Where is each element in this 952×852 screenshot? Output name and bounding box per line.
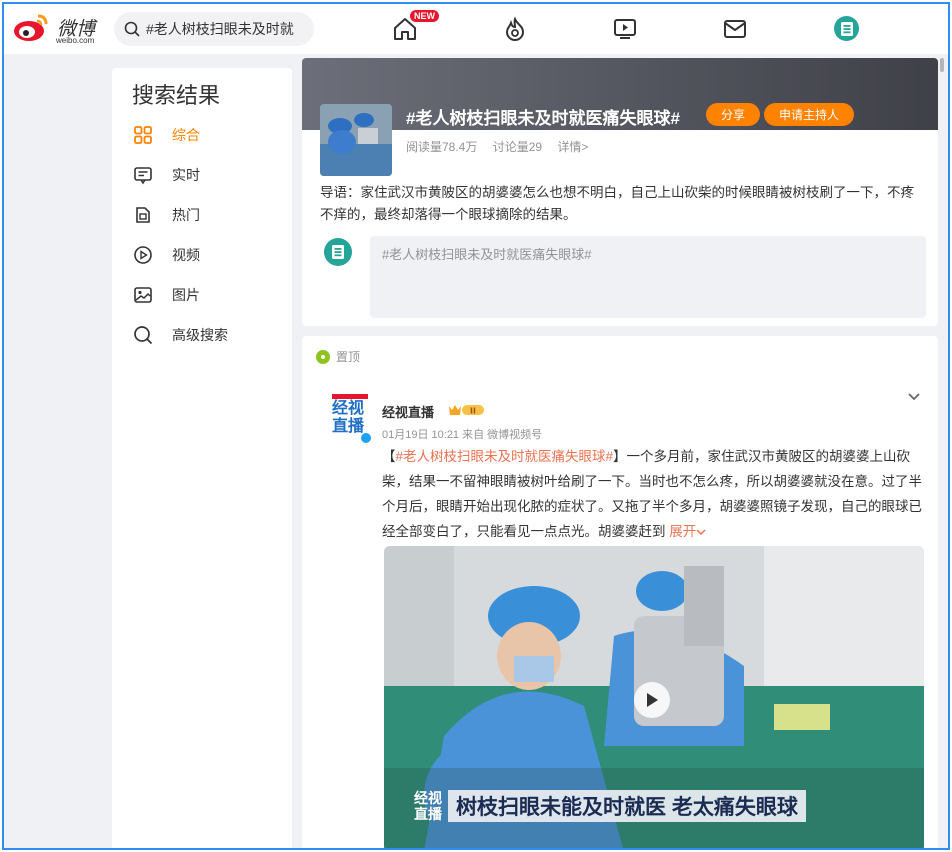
chevron-down-icon — [696, 529, 706, 536]
surgery-thumbnail-image — [320, 104, 392, 176]
topic-title: #老人树枝扫眼未及时就医痛失眼球# — [406, 109, 680, 128]
sidebar-item-label: 综合 — [172, 127, 200, 143]
grid-icon — [132, 124, 154, 146]
video-logo-top: 经视 — [414, 790, 442, 806]
weibo-logo[interactable]: 微博 weibo.com — [12, 10, 104, 48]
search-query-text: #老人树枝扫眼未及时就 — [146, 21, 294, 37]
verified-badge-icon — [360, 432, 372, 444]
post-card: 置顶 经视 直播 经视直播 II 01月19日 10:21 来自 微博视频号 【… — [302, 336, 938, 848]
profile-avatar-icon[interactable] — [834, 16, 859, 41]
hot-doc-icon — [132, 204, 154, 226]
topic-thumbnail[interactable] — [320, 104, 392, 176]
post-body: 【#老人树枝扫眼未及时就医痛失眼球#】一个多月前，家住武汉市黄陂区的胡婆婆上山砍… — [382, 444, 926, 544]
search-input[interactable]: #老人树枝扫眼未及时就 — [114, 12, 314, 46]
play-button[interactable] — [634, 682, 670, 718]
nav-video[interactable] — [612, 16, 638, 42]
user-avatar — [324, 238, 352, 266]
topic-intro: 导语：家住武汉市黄陂区的胡婆婆怎么也想不明白，自己上山砍柴的时候眼睛被树枝刷了一… — [320, 185, 914, 222]
sidebar-item-hot[interactable]: 热门 — [132, 204, 200, 226]
body-prefix: 【 — [382, 449, 396, 464]
share-button[interactable]: 分享 — [706, 103, 760, 126]
weibo-eye-icon — [14, 14, 48, 41]
post-meta: 01月19日 10:21 来自 微博视频号 — [382, 429, 543, 441]
image-icon — [132, 284, 154, 306]
svg-text:II: II — [470, 407, 476, 416]
sidebar-item-advanced-search[interactable]: 高级搜索 — [132, 324, 228, 346]
nav-home[interactable]: NEW — [392, 10, 439, 42]
nav-messages[interactable] — [722, 16, 748, 42]
search-sidebar: 搜索结果 综合 实时 热门 视频 图片 高级搜索 — [112, 68, 292, 848]
new-badge: NEW — [410, 10, 439, 22]
sidebar-item-label: 视频 — [172, 247, 200, 263]
hot-fire-icon — [505, 16, 525, 41]
video-player[interactable]: 经视 直播 树枝扫眼未能及时就医 老太痛失眼球 — [384, 546, 924, 848]
pinned-indicator: 置顶 — [316, 348, 360, 365]
logo-url: weibo.com — [56, 36, 95, 45]
topic-card: #老人树枝扫眼未及时就医痛失眼球# 分享 申请主持人 阅读量78.4万 讨论量2… — [302, 58, 938, 326]
top-navigation-bar: 微博 weibo.com #老人树枝扫眼未及时就 NEW — [4, 4, 948, 54]
topic-stats: 阅读量78.4万 讨论量29 详情> — [406, 138, 600, 155]
play-icon — [647, 693, 658, 707]
video-logo-bottom: 直播 — [414, 806, 442, 822]
author-name[interactable]: 经视直播 — [382, 402, 434, 421]
video-channel-logo: 经视 直播 — [414, 790, 442, 822]
nav-hot[interactable] — [502, 16, 528, 42]
apply-host-button[interactable]: 申请主持人 — [764, 103, 854, 126]
expand-link[interactable]: 展开 — [669, 524, 706, 539]
browser-frame: 微博 weibo.com #老人树枝扫眼未及时就 NEW 搜索结果 综合 实时 … — [2, 2, 950, 850]
video-icon — [132, 244, 154, 266]
sidebar-item-video[interactable]: 视频 — [132, 244, 200, 266]
sidebar-item-label: 图片 — [172, 287, 200, 303]
sidebar-item-label: 高级搜索 — [172, 327, 228, 343]
advanced-search-icon — [132, 324, 154, 346]
discussion-count: 讨论量29 — [492, 140, 543, 154]
pin-icon — [316, 349, 330, 364]
sidebar-item-images[interactable]: 图片 — [132, 284, 200, 306]
hashtag-link[interactable]: #老人树枝扫眼未及时就医痛失眼球# — [396, 449, 614, 464]
search-icon — [124, 21, 140, 37]
sidebar-title: 搜索结果 — [132, 83, 221, 108]
sidebar-item-label: 实时 — [172, 167, 200, 183]
vip-crown-badge-icon: II — [448, 403, 486, 417]
realtime-icon — [132, 164, 154, 186]
chevron-down-icon[interactable] — [906, 388, 922, 404]
scrollbar-thumb[interactable] — [940, 58, 944, 72]
sidebar-item-realtime[interactable]: 实时 — [132, 164, 200, 186]
profile-glyph-icon — [840, 21, 853, 36]
details-link[interactable]: 详情> — [557, 140, 588, 154]
avatar-logo-bottom: 直播 — [332, 418, 365, 435]
mail-icon — [724, 20, 746, 38]
profile-glyph-icon — [332, 245, 344, 259]
post-composer-textarea[interactable]: #老人树枝扫眼未及时就医痛失眼球# — [370, 236, 926, 318]
video-caption: 树枝扫眼未能及时就医 老太痛失眼球 — [448, 790, 806, 822]
pin-label: 置顶 — [336, 350, 361, 364]
read-count: 阅读量78.4万 — [406, 140, 478, 154]
video-play-icon — [614, 19, 636, 39]
sidebar-item-label: 热门 — [172, 207, 200, 223]
sidebar-item-comprehensive[interactable]: 综合 — [132, 124, 200, 146]
expand-label: 展开 — [669, 524, 697, 539]
avatar-logo-top: 经视 — [332, 400, 365, 417]
